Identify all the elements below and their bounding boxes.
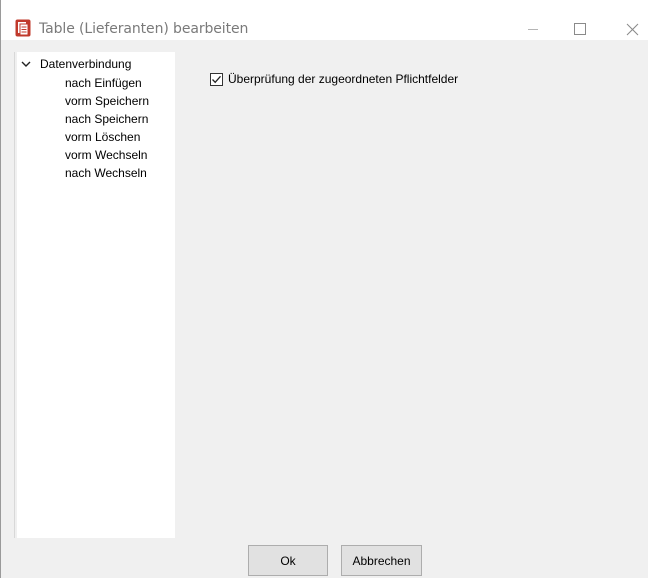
maximize-icon bbox=[574, 23, 586, 35]
tree-item[interactable]: vorm Speichern bbox=[65, 93, 149, 109]
tree-node-label: Datenverbindung bbox=[40, 57, 132, 71]
tree-item[interactable]: nach Speichern bbox=[65, 111, 148, 127]
chevron-down-icon[interactable] bbox=[17, 57, 35, 71]
tree-item[interactable]: vorm Wechseln bbox=[65, 147, 147, 163]
tree-item[interactable]: vorm Löschen bbox=[65, 129, 140, 145]
tree-node-datenverbindung[interactable]: Datenverbindung bbox=[17, 56, 131, 72]
close-button[interactable] bbox=[617, 18, 647, 40]
checkmark-icon bbox=[212, 75, 221, 83]
window-title: Table (Lieferanten) bearbeiten bbox=[39, 21, 249, 37]
required-fields-label: Überprüfung der zugeordneten Pflichtfeld… bbox=[228, 72, 459, 86]
title-bar[interactable]: Table (Lieferanten) bearbeiten bbox=[1, 0, 648, 40]
cancel-button[interactable]: Abbrechen bbox=[341, 545, 422, 576]
tree-item[interactable]: nach Wechseln bbox=[65, 165, 147, 181]
required-fields-option[interactable]: Überprüfung der zugeordneten Pflichtfeld… bbox=[210, 71, 458, 87]
tree-item[interactable]: nach Einfügen bbox=[65, 75, 142, 91]
tree-view[interactable]: Datenverbindung nach Einfügen vorm Speic… bbox=[17, 52, 175, 538]
sidebar-border bbox=[14, 52, 15, 538]
maximize-button[interactable] bbox=[565, 18, 595, 40]
required-fields-checkbox[interactable] bbox=[210, 72, 223, 86]
document-stack-icon bbox=[15, 19, 31, 37]
minimize-button[interactable] bbox=[518, 18, 548, 40]
dialog-window: Table (Lieferanten) bearbeiten Datenverb… bbox=[0, 0, 648, 578]
ok-button[interactable]: Ok bbox=[248, 545, 328, 576]
close-icon bbox=[626, 23, 638, 35]
minimize-icon bbox=[528, 29, 538, 30]
